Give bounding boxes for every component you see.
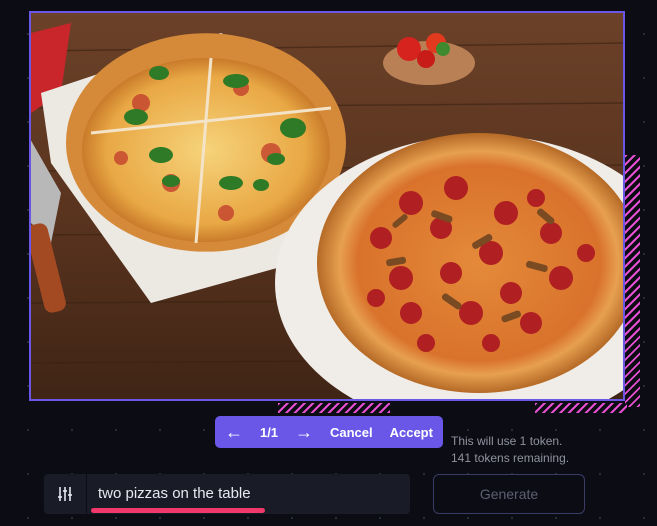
token-usage-text: This will use 1 token. [451,434,563,448]
page-indicator: 1/1 [259,424,279,440]
hatch-decoration-bottom-left [278,403,390,413]
sliders-icon [58,487,72,501]
tokens-remaining-text: 141 tokens remaining. [451,451,570,465]
previous-arrow-icon[interactable]: ← [225,423,243,441]
hatch-decoration-bottom-right [535,403,627,413]
settings-sliders-icon[interactable] [44,474,87,514]
next-arrow-icon[interactable]: → [295,423,313,441]
generate-button[interactable]: Generate [433,474,585,514]
accept-button[interactable]: Accept [390,425,433,440]
prompt-progress-underline [91,508,265,513]
prompt-input[interactable]: two pizzas on the table [98,485,251,502]
image-canvas[interactable] [29,11,625,401]
hatch-decoration-right [625,155,640,407]
pizza-image [31,13,623,399]
token-info: This will use 1 token. 141 tokens remain… [451,433,601,467]
variation-toolbar: ← 1/1 → Cancel Accept [215,416,443,448]
prompt-bar: two pizzas on the table [44,474,410,514]
cancel-button[interactable]: Cancel [330,425,373,440]
